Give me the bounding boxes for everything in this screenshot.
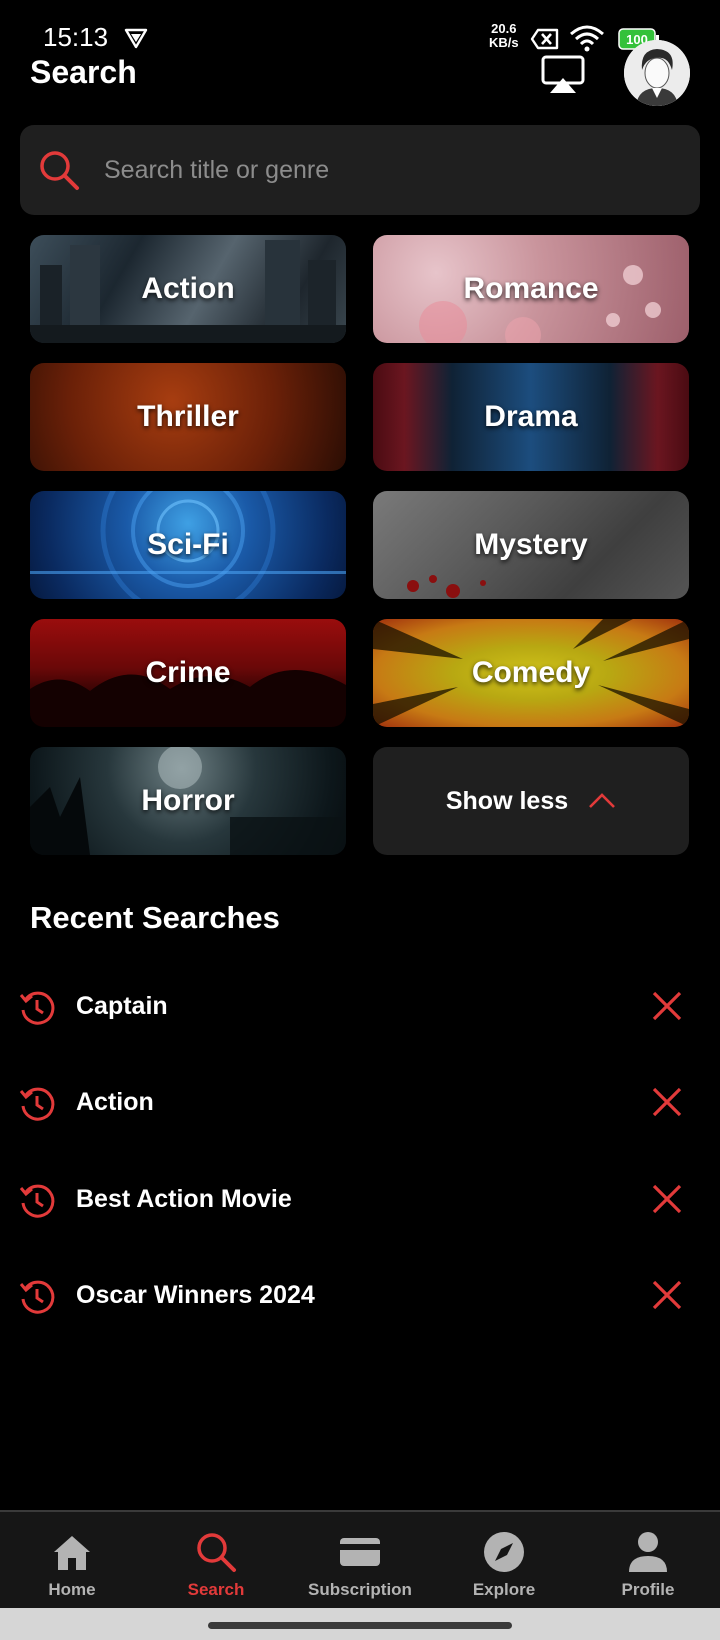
nav-search[interactable]: Search bbox=[144, 1512, 288, 1610]
genre-label: Sci-Fi bbox=[147, 528, 229, 561]
genre-label: Comedy bbox=[471, 656, 591, 689]
compass-icon bbox=[484, 1532, 524, 1572]
genre-label: Crime bbox=[145, 656, 231, 689]
genre-tile-comedy[interactable]: Comedy bbox=[373, 619, 689, 727]
avatar[interactable] bbox=[624, 40, 690, 106]
genre-tile-mystery[interactable]: Mystery bbox=[373, 491, 689, 599]
recent-search-label: Oscar Winners 2024 bbox=[76, 1281, 315, 1309]
genre-label: Mystery bbox=[474, 528, 588, 561]
bottom-nav: Home Search Subscription Explore Profile bbox=[0, 1510, 720, 1608]
close-icon[interactable] bbox=[650, 1085, 684, 1119]
status-bar: 15:13 20.6 KB/s 100 bbox=[0, 0, 720, 60]
search-icon bbox=[197, 1533, 236, 1572]
cast-icon[interactable] bbox=[540, 54, 586, 94]
history-icon bbox=[19, 1087, 55, 1121]
chevron-up-icon bbox=[589, 793, 616, 808]
recent-search-label: Best Action Movie bbox=[76, 1185, 292, 1213]
nav-explore[interactable]: Explore bbox=[432, 1512, 576, 1610]
recent-search-item[interactable]: Best Action Movie bbox=[0, 1161, 720, 1241]
nav-profile[interactable]: Profile bbox=[576, 1512, 720, 1610]
no-sim-icon bbox=[530, 28, 559, 50]
person-icon bbox=[629, 1532, 667, 1572]
nav-home[interactable]: Home bbox=[0, 1512, 144, 1610]
nav-label: Search bbox=[187, 1580, 245, 1599]
search-icon bbox=[40, 151, 79, 190]
wifi-icon bbox=[570, 25, 604, 52]
show-less-label: Show less bbox=[445, 786, 569, 815]
genre-tile-romance[interactable]: Romance bbox=[373, 235, 689, 343]
recent-search-item[interactable]: Oscar Winners 2024 bbox=[0, 1257, 720, 1337]
genre-label: Horror bbox=[141, 784, 235, 817]
card-icon bbox=[340, 1538, 380, 1566]
close-icon[interactable] bbox=[650, 1278, 684, 1312]
genre-label: Action bbox=[141, 272, 235, 305]
gesture-bar bbox=[0, 1608, 720, 1640]
history-icon bbox=[19, 1280, 55, 1314]
genre-tile-drama[interactable]: Drama bbox=[373, 363, 689, 471]
genre-tile-horror[interactable]: Horror bbox=[30, 747, 346, 855]
nav-label: Subscription bbox=[308, 1580, 412, 1599]
nav-label: Explore bbox=[472, 1580, 536, 1599]
page-title: Search bbox=[30, 54, 137, 90]
recent-search-label: Captain bbox=[76, 992, 168, 1020]
genre-tile-scifi[interactable]: Sci-Fi bbox=[30, 491, 346, 599]
nav-subscription[interactable]: Subscription bbox=[288, 1512, 432, 1610]
nav-label: Profile bbox=[621, 1580, 675, 1599]
recent-search-item[interactable]: Action bbox=[0, 1064, 720, 1144]
close-icon[interactable] bbox=[650, 1182, 684, 1216]
history-icon bbox=[19, 1184, 55, 1218]
avatar-image bbox=[624, 40, 690, 106]
home-indicator[interactable] bbox=[208, 1622, 512, 1629]
genre-label: Drama bbox=[484, 400, 578, 433]
network-speed: 20.6 KB/s bbox=[489, 21, 519, 50]
nav-label: Home bbox=[48, 1580, 96, 1599]
search-bar[interactable] bbox=[20, 125, 700, 215]
show-less-button[interactable]: Show less bbox=[373, 747, 689, 855]
genre-tile-action[interactable]: Action bbox=[30, 235, 346, 343]
recent-search-item[interactable]: Captain bbox=[0, 968, 720, 1048]
genre-label: Romance bbox=[463, 272, 599, 305]
home-icon bbox=[54, 1536, 90, 1570]
vpn-icon bbox=[124, 28, 148, 49]
genre-tile-thriller[interactable]: Thriller bbox=[30, 363, 346, 471]
close-icon[interactable] bbox=[650, 989, 684, 1023]
recent-searches-title: Recent Searches bbox=[30, 900, 280, 935]
history-icon bbox=[19, 991, 55, 1025]
recent-search-label: Action bbox=[76, 1088, 154, 1116]
genre-label: Thriller bbox=[137, 400, 239, 433]
genre-tile-crime[interactable]: Crime bbox=[30, 619, 346, 727]
search-input[interactable] bbox=[104, 125, 684, 215]
status-time: 15:13 bbox=[43, 22, 109, 52]
